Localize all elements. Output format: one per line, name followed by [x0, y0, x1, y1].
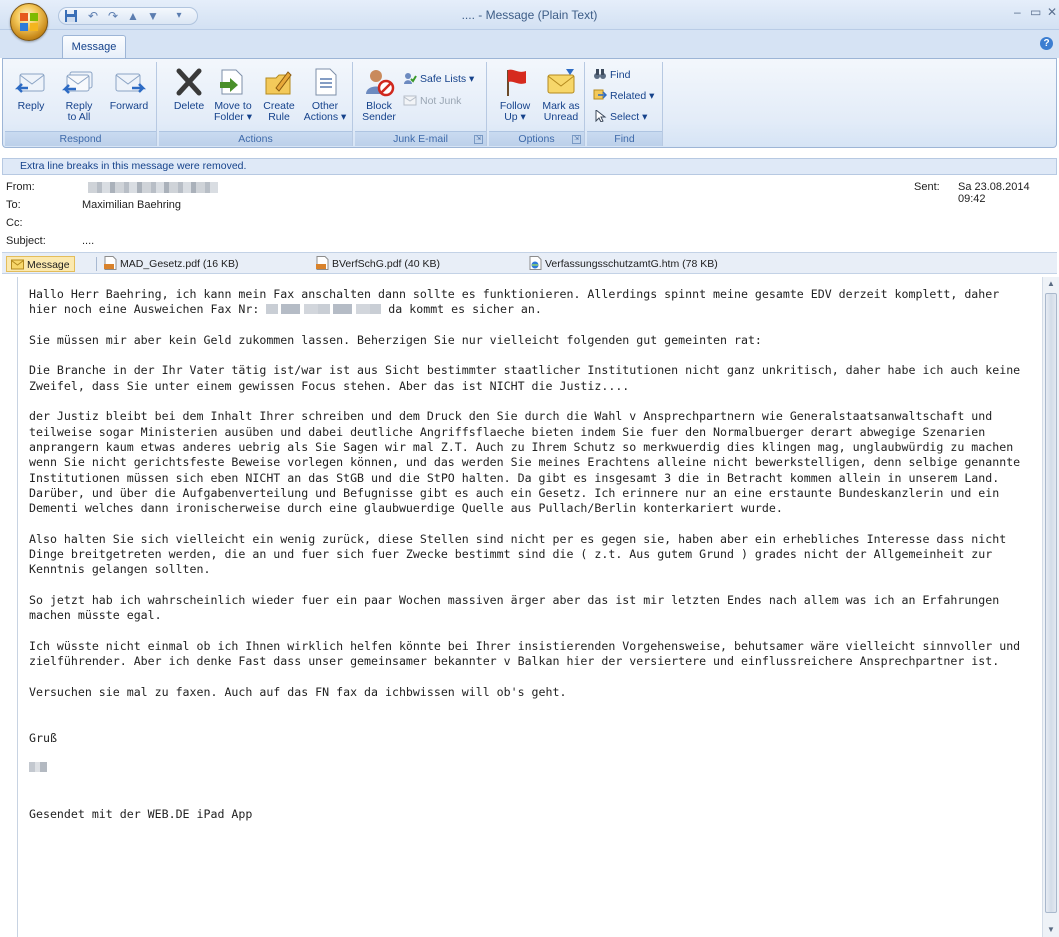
reply-button[interactable]: Reply	[7, 64, 55, 126]
select-button[interactable]: Select ▾	[593, 108, 647, 126]
attachment-message[interactable]: Message	[6, 256, 75, 272]
info-bar[interactable]: Extra line breaks in this message were r…	[2, 158, 1057, 175]
find-binoculars-icon	[594, 69, 606, 79]
pdf-icon	[104, 256, 117, 270]
attachment-mad-gesetz[interactable]: MAD_Gesetz.pdf (16 KB)	[104, 256, 238, 272]
title-bar: ↶ ↷ ▲ ▼ ▾ .... - Message (Plain Text) – …	[0, 0, 1059, 30]
find-group-label: Find	[587, 131, 662, 146]
maximize-icon[interactable]: ▭	[1030, 5, 1041, 19]
follow-up-button[interactable]: Follow Up ▾	[491, 64, 539, 126]
attachments-separator	[96, 257, 97, 271]
envelope-icon	[11, 259, 24, 270]
ribbon-tab-row: Message	[0, 30, 1059, 59]
junk-email-dialog-launcher-icon[interactable]: ⇲	[474, 135, 483, 144]
follow-up-flag-icon	[507, 69, 526, 96]
attachments-bar: Message MAD_Gesetz.pdf (16 KB) BVerfSchG…	[2, 252, 1057, 274]
not-junk-icon	[403, 95, 417, 106]
body-paragraph: Die Branche in der Ihr Vater tätig ist/w…	[29, 363, 1021, 393]
body-paragraph: Also halten Sie sich vielleicht ein weni…	[29, 531, 1007, 577]
move-to-folder-button[interactable]: Move to Folder ▾	[209, 64, 257, 126]
office-button[interactable]	[10, 3, 48, 41]
body-paragraph: Versuchen sie mal zu faxen. Auch auf das…	[29, 684, 567, 699]
from-value-redacted	[88, 182, 218, 193]
options-dialog-launcher-icon[interactable]: ⇲	[572, 135, 581, 144]
close-icon[interactable]: ✕	[1047, 5, 1057, 19]
greeting: Gruß	[29, 730, 57, 745]
cc-label: Cc:	[6, 217, 23, 229]
respond-group: Reply Reply to All Forward Respond	[5, 62, 157, 146]
body-paragraph: Sie müssen mir aber kein Geld zukommen l…	[29, 332, 762, 347]
body-paragraph: So jetzt hab ich wahrscheinlich wieder f…	[29, 592, 1000, 623]
mark-as-unread-icon	[547, 69, 575, 94]
find-group: Find Related ▾ Select ▾ Find	[587, 62, 663, 146]
scrollbar-thumb[interactable]	[1045, 293, 1057, 913]
not-junk-button[interactable]: Not Junk	[403, 92, 461, 110]
footer-line: Gesendet mit der WEB.DE iPad App	[29, 807, 253, 822]
other-actions-icon	[315, 68, 337, 96]
pdf-icon	[316, 256, 329, 270]
body-paragraph: der Justiz bleibt bei dem Inhalt Ihrer s…	[29, 409, 1021, 516]
create-rule-icon	[265, 71, 292, 95]
forward-button[interactable]: Forward	[105, 64, 153, 126]
message-body[interactable]: Hallo Herr Baehring, ich kann mein Fax a…	[17, 277, 1059, 937]
other-actions-button[interactable]: Other Actions ▾	[301, 64, 349, 126]
create-rule-button[interactable]: Create Rule	[255, 64, 303, 126]
from-label: From:	[6, 181, 35, 193]
body-paragraph: Ich wüsste nicht einmal ob ich Ihnen wir…	[29, 638, 1021, 669]
tab-message[interactable]: Message	[62, 35, 126, 59]
block-sender-icon	[366, 70, 395, 97]
subject-label: Subject:	[6, 235, 46, 247]
fax-number-redacted	[266, 304, 382, 315]
reply-all-button[interactable]: Reply to All	[55, 64, 103, 126]
mark-as-unread-button[interactable]: Mark as Unread	[537, 64, 585, 126]
forward-icon	[115, 73, 146, 93]
move-to-folder-icon	[220, 69, 243, 95]
sent-label: Sent:	[914, 181, 940, 193]
delete-icon	[176, 68, 202, 96]
to-value[interactable]: Maximilian Baehring	[82, 199, 181, 211]
related-button[interactable]: Related ▾	[593, 87, 654, 105]
scroll-down-icon[interactable]: ▼	[1043, 923, 1059, 937]
reply-icon	[14, 73, 45, 93]
options-group: Follow Up ▾ Mark as Unread Options ⇲	[489, 62, 585, 146]
window-title: .... - Message (Plain Text)	[461, 8, 598, 22]
signature-redacted	[29, 761, 1034, 776]
block-sender-button[interactable]: Block Sender	[355, 64, 403, 126]
htm-icon	[529, 256, 542, 270]
delete-button[interactable]: Delete	[165, 64, 213, 126]
find-button[interactable]: Find	[593, 66, 630, 84]
to-label: To:	[6, 199, 21, 211]
reply-all-icon	[62, 71, 93, 94]
attachment-verfassungsschutzamtg[interactable]: VerfassungsschutzamtG.htm (78 KB)	[529, 256, 718, 272]
options-group-label: Options	[489, 131, 584, 146]
scroll-up-icon[interactable]: ▲	[1043, 277, 1059, 291]
body-paragraph: Hallo Herr Baehring, ich kann mein Fax a…	[29, 287, 1000, 317]
office-logo-icon	[20, 13, 39, 32]
sent-value: Sa 23.08.2014 09:42	[958, 181, 1030, 205]
actions-group-label: Actions	[159, 131, 352, 146]
select-cursor-icon	[595, 110, 607, 122]
safe-lists-button[interactable]: Safe Lists ▾	[403, 70, 474, 88]
junk-email-group-label: Junk E-mail	[355, 131, 486, 146]
related-icon	[593, 89, 607, 100]
vertical-scrollbar[interactable]: ▲ ▼	[1042, 277, 1059, 937]
respond-group-label: Respond	[5, 131, 156, 146]
safe-lists-icon	[404, 73, 417, 84]
message-body-text: Hallo Herr Baehring, ich kann mein Fax a…	[29, 287, 1034, 838]
ribbon: Reply Reply to All Forward Respond Delet…	[2, 58, 1057, 148]
info-bar-text: Extra line breaks in this message were r…	[20, 160, 247, 172]
minimize-icon[interactable]: –	[1014, 5, 1021, 19]
subject-value: ....	[82, 235, 95, 247]
attachment-bverfschg[interactable]: BVerfSchG.pdf (40 KB)	[316, 256, 440, 272]
junk-email-group: Block Sender Safe Lists ▾ Not Junk Junk …	[355, 62, 487, 146]
actions-group: Delete Move to Folder ▾ Create Rule Othe…	[159, 62, 353, 146]
help-icon[interactable]: ?	[1040, 37, 1053, 50]
